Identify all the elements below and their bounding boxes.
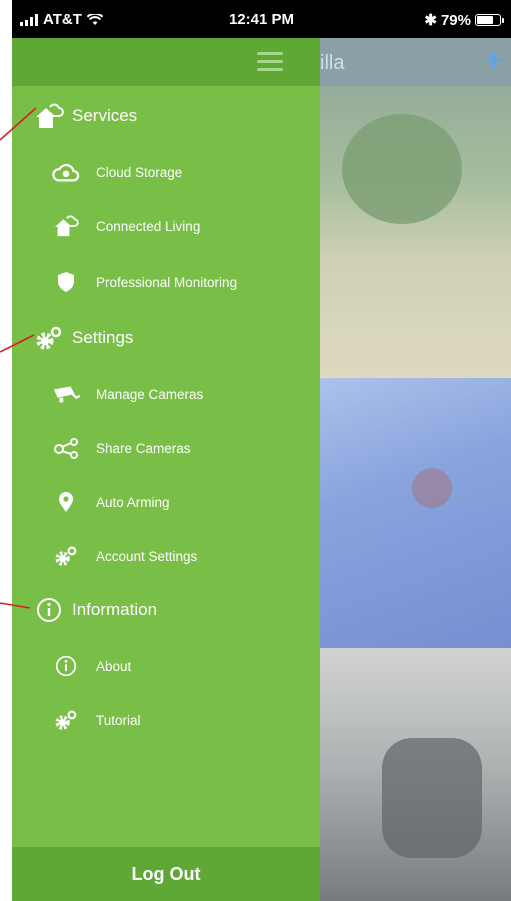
menu-item-auto-arming[interactable]: Auto Arming <box>12 482 320 522</box>
navigation-drawer: Services Cloud Storage Connected Living … <box>12 38 320 901</box>
bluetooth-icon: ✱ <box>424 12 437 29</box>
section-label: Settings <box>72 328 134 347</box>
menu-item-label: Cloud Storage <box>96 164 183 180</box>
section-settings[interactable]: Settings <box>12 318 320 358</box>
info-icon <box>52 654 80 678</box>
menu-item-label: Connected Living <box>96 218 201 234</box>
menu-item-cloud-storage[interactable]: Cloud Storage <box>12 152 320 192</box>
battery-indicator: ✱ 79% <box>424 11 504 29</box>
section-information[interactable]: Information <box>12 590 320 630</box>
house-cloud-icon <box>34 102 64 130</box>
battery-percent: 79% <box>440 11 471 29</box>
menu-item-label: Share Cameras <box>96 440 191 456</box>
location-pin-icon <box>52 490 80 514</box>
gears-icon <box>52 708 80 732</box>
hamburger-menu-icon[interactable] <box>257 52 283 72</box>
menu-item-label: Account Settings <box>96 548 198 564</box>
camera-feed-list: illa + <box>312 38 511 901</box>
camera-icon <box>52 382 80 406</box>
section-services[interactable]: Services <box>12 96 320 136</box>
menu-item-share-cameras[interactable]: Share Cameras <box>12 428 320 468</box>
section-label: Services <box>72 106 138 125</box>
menu-item-connected-living[interactable]: Connected Living <box>12 206 320 246</box>
drawer-header <box>12 38 320 86</box>
cloud-icon <box>52 160 80 184</box>
menu-item-label: Manage Cameras <box>96 386 204 402</box>
menu-item-tutorial[interactable]: Tutorial <box>12 700 320 740</box>
battery-icon <box>475 14 504 26</box>
menu-item-label: Professional Monitoring <box>96 274 238 290</box>
menu-item-professional-monitoring[interactable]: Professional Monitoring <box>12 262 320 302</box>
menu-item-label: About <box>96 658 132 674</box>
gears-icon <box>52 544 80 568</box>
house-cloud-icon <box>52 214 80 238</box>
menu-item-account-settings[interactable]: Account Settings <box>12 536 320 576</box>
section-label: Information <box>72 600 158 619</box>
info-icon <box>34 596 64 624</box>
status-bar: AT&T 12:41 PM ✱ 79% <box>12 0 511 38</box>
menu-item-label: Auto Arming <box>96 494 170 510</box>
menu-item-label: Tutorial <box>96 712 141 728</box>
phone-screen: AT&T 12:41 PM ✱ 79% illa + Services Clou… <box>12 0 511 901</box>
menu-item-manage-cameras[interactable]: Manage Cameras <box>12 374 320 414</box>
gears-icon <box>34 324 64 352</box>
share-icon <box>52 436 80 460</box>
shield-icon <box>52 270 80 294</box>
logout-button[interactable]: Log Out <box>12 847 320 901</box>
menu-item-about[interactable]: About <box>12 646 320 686</box>
